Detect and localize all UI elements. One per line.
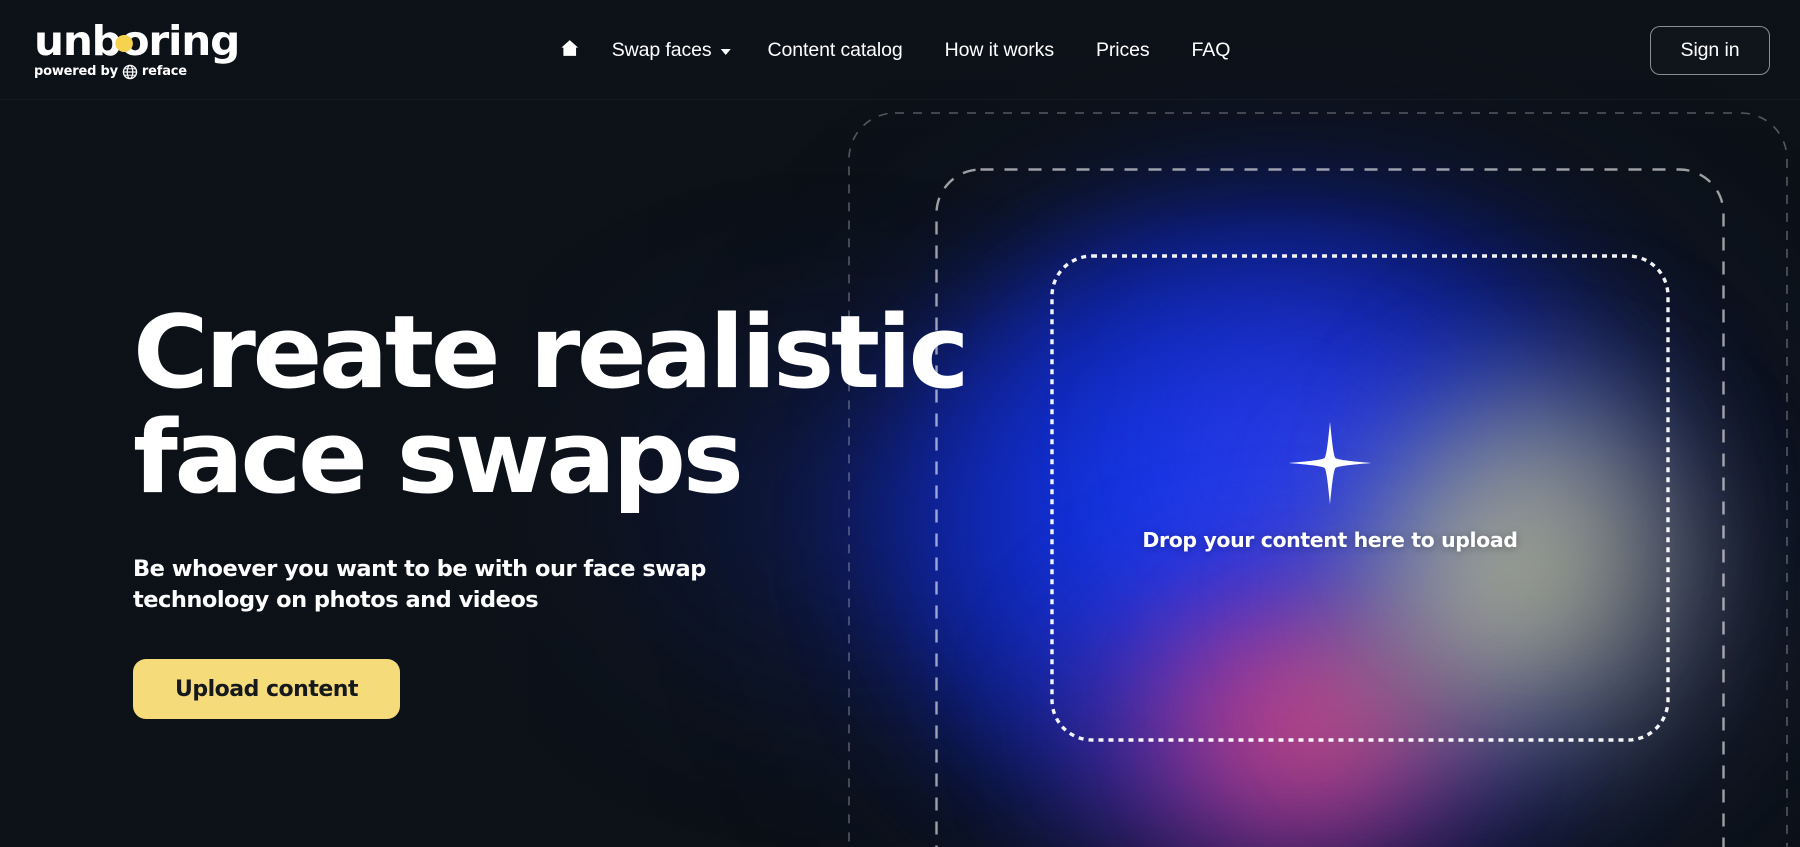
- brand-dot-accent: [115, 34, 133, 52]
- reface-globe-icon: [122, 64, 138, 80]
- nav-home-button[interactable]: [549, 30, 591, 70]
- upload-content-button[interactable]: Upload content: [133, 659, 400, 720]
- nav-item-label: Prices: [1095, 38, 1150, 61]
- hero-subtitle: Be whoever you want to be with our face …: [133, 556, 706, 614]
- main-nav: Swap faces Content catalog How it works …: [549, 30, 1252, 70]
- chevron-down-icon: [720, 48, 731, 55]
- nav-item-label: Content catalog: [767, 38, 903, 61]
- brand-tagline-prefix: powered by: [34, 64, 118, 79]
- hero-section: Create realistic face swaps Be whoever y…: [133, 299, 1093, 720]
- nav-item-label: Swap faces: [611, 38, 712, 61]
- page-title: Create realistic face swaps: [133, 293, 970, 517]
- home-icon: [560, 38, 580, 63]
- dropzone-drop-target[interactable]: [1063, 258, 1673, 734]
- nav-item-swap-faces[interactable]: Swap faces: [591, 30, 747, 70]
- brand-tagline: powered by reface: [34, 64, 187, 80]
- nav-item-label: FAQ: [1191, 38, 1231, 61]
- sign-in-button[interactable]: Sign in: [1650, 25, 1770, 75]
- nav-item-prices[interactable]: Prices: [1075, 30, 1171, 70]
- site-header: unboring powered by reface Swap faces Co…: [0, 0, 1800, 100]
- page-root: Drop your content here to upload unborin…: [0, 0, 1800, 847]
- brand-logo[interactable]: unboring powered by reface: [34, 20, 240, 80]
- brand-wordmark: unboring: [34, 20, 240, 62]
- nav-item-content-catalog[interactable]: Content catalog: [747, 30, 924, 70]
- sign-in-label: Sign in: [1680, 38, 1740, 61]
- nav-item-label: How it works: [944, 38, 1054, 61]
- nav-item-how-it-works[interactable]: How it works: [924, 30, 1075, 70]
- brand-name: unboring: [34, 16, 240, 65]
- nav-item-faq[interactable]: FAQ: [1171, 30, 1252, 70]
- brand-tagline-brand: reface: [141, 64, 187, 79]
